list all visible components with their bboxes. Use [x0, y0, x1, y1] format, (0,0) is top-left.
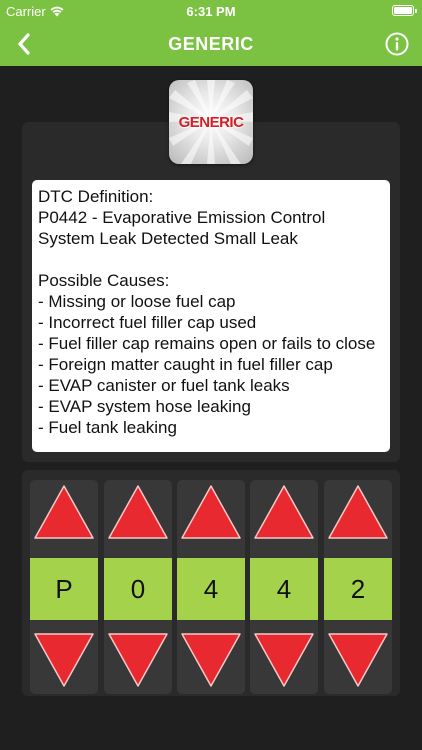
triangle-up-icon — [328, 485, 388, 539]
code-digit-4: 4 — [250, 558, 318, 620]
triangle-up-icon — [254, 485, 314, 539]
page-title: GENERIC — [168, 34, 254, 54]
generic-logo: GENERIC — [169, 80, 253, 164]
triangle-up-icon — [108, 485, 168, 539]
code-digit-1: P — [30, 558, 98, 620]
decrement-digit-3-button[interactable] — [177, 628, 245, 692]
definition-line: - Incorrect fuel filler cap used — [38, 313, 257, 332]
definition-line: - EVAP canister or fuel tank leaks — [38, 376, 290, 395]
navigation-bar: GENERIC — [0, 22, 422, 66]
battery-icon — [392, 5, 417, 16]
decrement-digit-5-button[interactable] — [324, 628, 392, 692]
increment-digit-3-button[interactable] — [177, 480, 245, 544]
status-time: 6:31 PM — [186, 4, 236, 19]
code-column-1: P — [30, 480, 98, 694]
increment-digit-1-button[interactable] — [30, 480, 98, 544]
increment-digit-2-button[interactable] — [104, 480, 172, 544]
triangle-down-icon — [328, 633, 388, 687]
increment-digit-4-button[interactable] — [250, 480, 318, 544]
triangle-down-icon — [108, 633, 168, 687]
dtc-definition-text[interactable]: DTC Definition: P0442 - Evaporative Emis… — [32, 180, 390, 452]
info-icon — [385, 32, 409, 56]
code-digit-2: 0 — [104, 558, 172, 620]
definition-line: - Foreign matter caught in fuel filler c… — [38, 355, 333, 374]
definition-gap — [38, 249, 384, 270]
definition-line: DTC Definition: — [38, 187, 154, 206]
triangle-down-icon — [34, 633, 94, 687]
definition-line: - Fuel filler cap remains open or fails … — [38, 334, 376, 353]
increment-digit-5-button[interactable] — [324, 480, 392, 544]
definition-line: Possible Causes: — [38, 271, 170, 290]
code-column-4: 4 — [250, 480, 318, 694]
decrement-digit-1-button[interactable] — [30, 628, 98, 692]
code-column-5: 2 — [324, 480, 392, 694]
definition-line: - EVAP system hose leaking — [38, 397, 251, 416]
decrement-digit-2-button[interactable] — [104, 628, 172, 692]
definition-line: - Missing or loose fuel cap — [38, 292, 236, 311]
logo-text: GENERIC — [178, 114, 244, 131]
code-digit-5: 2 — [324, 558, 392, 620]
code-column-3: 4 — [177, 480, 245, 694]
triangle-up-icon — [181, 485, 241, 539]
triangle-down-icon — [254, 633, 314, 687]
code-digit-3: 4 — [177, 558, 245, 620]
decrement-digit-4-button[interactable] — [250, 628, 318, 692]
status-bar: Carrier 6:31 PM — [0, 0, 422, 22]
triangle-up-icon — [34, 485, 94, 539]
code-column-2: 0 — [104, 480, 172, 694]
definition-line: P0442 - Evaporative Emission Control Sys… — [38, 208, 326, 248]
info-button[interactable] — [384, 31, 410, 57]
definition-line: - Fuel tank leaking — [38, 418, 177, 437]
triangle-down-icon — [181, 633, 241, 687]
